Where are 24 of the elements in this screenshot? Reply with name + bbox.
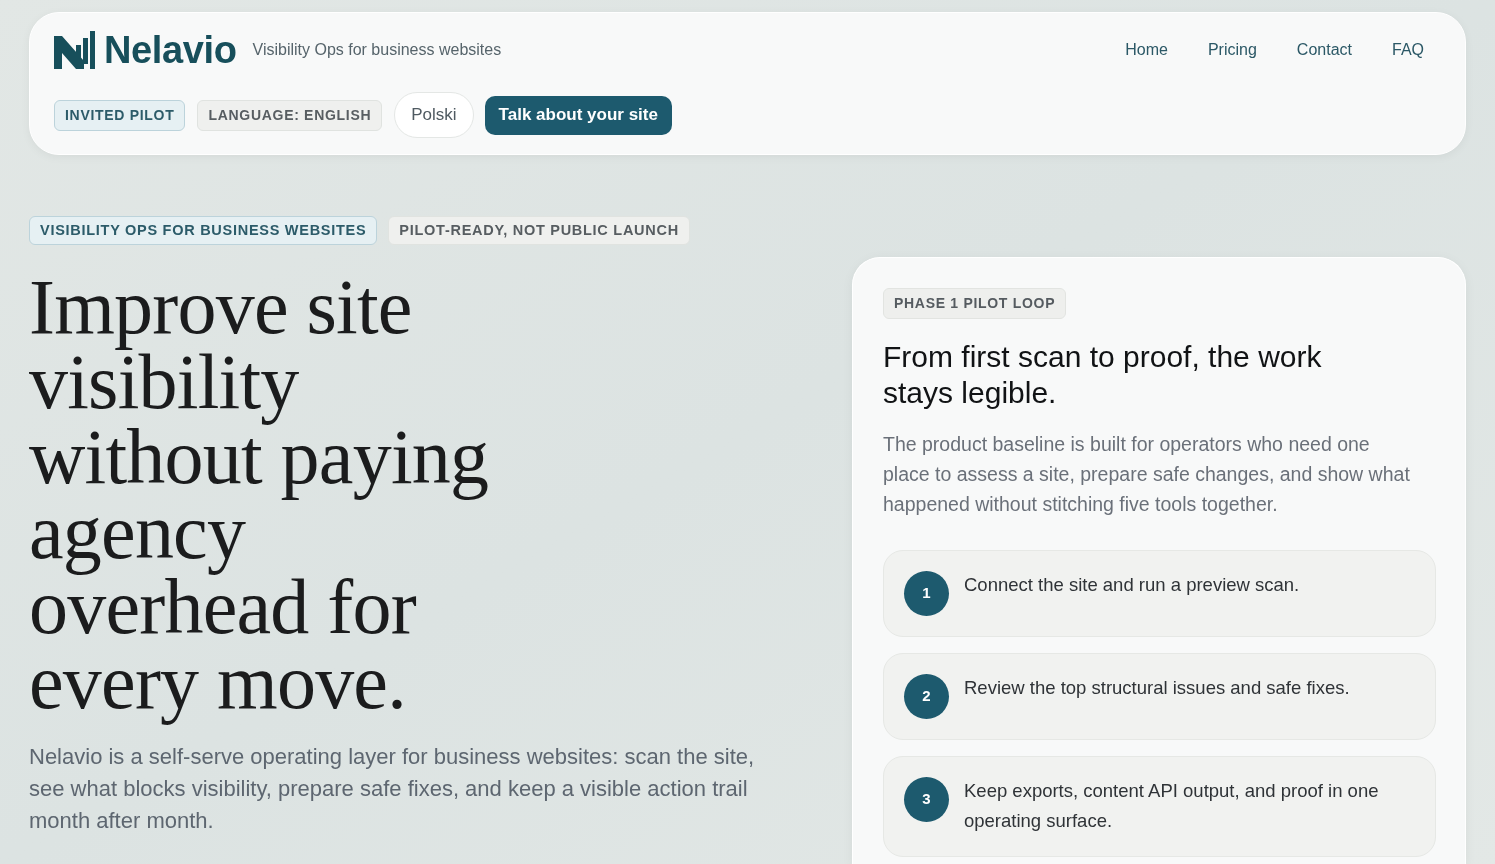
card-description: The product baseline is built for operators who need one place to assess a site, prepare safe changes, and show what happened without stitching five tools together.	[883, 432, 1411, 517]
step-number: 3	[904, 777, 949, 822]
status-badge: LANGUAGE: ENGLISH	[197, 99, 383, 131]
nav-link[interactable]: FAQ	[1372, 30, 1444, 70]
hero-headline: Improve site visibility without paying agency overhead for every move.	[29, 265, 490, 727]
nav-link[interactable]: Home	[1105, 30, 1188, 70]
logo-icon	[54, 31, 96, 69]
step-number: 1	[904, 571, 949, 616]
status-badge: PILOT-READY, NOT PUBLIC LAUNCH	[388, 216, 690, 245]
cta-button[interactable]: Talk about your site	[484, 95, 672, 135]
step-number: 2	[904, 674, 949, 719]
language-button[interactable]: Polski	[394, 92, 474, 138]
step-text: Keep exports, content API output, and proof in one operating surface.	[964, 779, 1380, 833]
step-text: Connect the site and run a preview scan.	[964, 573, 1300, 597]
step-text: Review the top structural issues and safe fixes.	[964, 676, 1350, 700]
nav-link[interactable]: Contact	[1276, 30, 1372, 70]
phase-badge: PHASE 1 PILOT LOOP	[883, 288, 1067, 319]
card-title: From first scan to proof, the work stays legible.	[883, 339, 1323, 411]
nav-link[interactable]: Pricing	[1187, 30, 1277, 70]
status-badge: VISIBILITY OPS FOR BUSINESS WEBSITES	[29, 216, 378, 245]
brand-name: Nelavio	[104, 31, 237, 69]
hero-description: Nelavio is a self-serve operating layer for business websites: scan the site, see what blocks visibility, prepare safe fixes, and keep a visible action trail month after month.	[29, 743, 756, 835]
tagline: Visibility Ops for business websites	[252, 40, 502, 60]
status-badge: INVITED PILOT	[54, 99, 186, 131]
